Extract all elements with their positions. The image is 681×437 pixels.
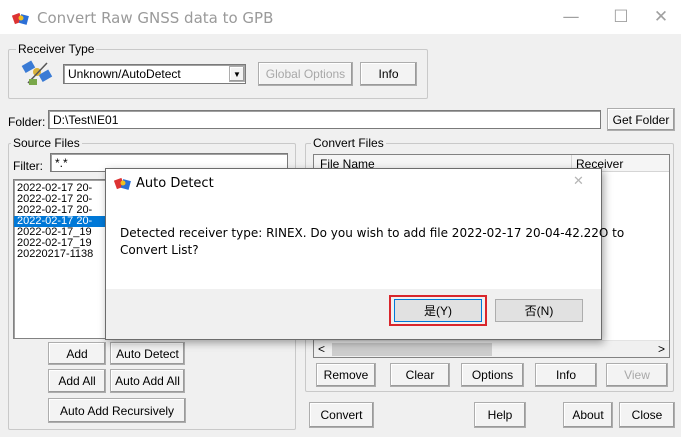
dropdown-arrow-icon[interactable]: ▼ bbox=[229, 66, 245, 82]
receiver-type-select[interactable]: Unknown/AutoDetect bbox=[63, 64, 246, 84]
dialog-title-bar: Auto Detect ✕ bbox=[106, 169, 601, 197]
auto-add-recursively-button[interactable]: Auto Add Recursively bbox=[48, 398, 186, 423]
receiver-info-button[interactable]: Info bbox=[360, 62, 417, 86]
receiver-type-label: Receiver Type bbox=[16, 42, 97, 56]
window-title: Convert Raw GNSS data to GPB bbox=[37, 9, 274, 27]
auto-detect-button[interactable]: Auto Detect bbox=[110, 342, 185, 365]
about-button[interactable]: About bbox=[563, 402, 613, 428]
options-button[interactable]: Options bbox=[461, 363, 524, 387]
title-bar: Convert Raw GNSS data to GPB — ☐ ✕ bbox=[0, 0, 681, 34]
add-button[interactable]: Add bbox=[48, 342, 106, 365]
folder-input[interactable]: D:\Test\IE01 bbox=[48, 110, 601, 129]
global-options-button[interactable]: Global Options bbox=[258, 62, 353, 86]
add-all-button[interactable]: Add All bbox=[48, 369, 106, 393]
folder-label: Folder: bbox=[8, 115, 46, 129]
satellite-icon bbox=[21, 60, 53, 85]
get-folder-button[interactable]: Get Folder bbox=[607, 108, 675, 131]
convert-files-label: Convert Files bbox=[311, 136, 386, 150]
minimize-button[interactable]: — bbox=[548, 4, 594, 30]
dialog-app-icon bbox=[114, 177, 131, 190]
close-app-button[interactable]: Close bbox=[619, 402, 675, 428]
view-button[interactable]: View bbox=[606, 363, 668, 387]
convert-button[interactable]: Convert bbox=[309, 402, 374, 428]
scroll-left-icon[interactable]: < bbox=[318, 342, 325, 356]
horizontal-scrollbar[interactable]: < > bbox=[314, 340, 669, 357]
main-window: Convert Raw GNSS data to GPB — ☐ ✕ Recei… bbox=[0, 0, 681, 437]
dialog-body: Detected receiver type: RINEX. Do you wi… bbox=[106, 197, 624, 289]
source-files-label: Source Files bbox=[11, 136, 82, 150]
remove-button[interactable]: Remove bbox=[316, 363, 376, 387]
no-button[interactable]: 否(N) bbox=[495, 299, 583, 322]
scroll-right-icon[interactable]: > bbox=[658, 342, 665, 356]
help-button[interactable]: Help bbox=[474, 402, 526, 428]
auto-detect-dialog: Auto Detect ✕ Detected receiver type: RI… bbox=[105, 168, 624, 340]
clear-button[interactable]: Clear bbox=[390, 363, 450, 387]
auto-add-all-button[interactable]: Auto Add All bbox=[110, 369, 185, 393]
dialog-message-line1: Detected receiver type: RINEX. Do you wi… bbox=[120, 226, 625, 240]
close-button[interactable]: ✕ bbox=[638, 4, 681, 30]
receiver-type-value: Unknown/AutoDetect bbox=[68, 67, 181, 81]
dialog-title: Auto Detect bbox=[136, 176, 214, 191]
scroll-thumb[interactable] bbox=[332, 343, 492, 356]
dialog-message-line2: Convert List? bbox=[120, 243, 199, 257]
app-icon bbox=[12, 12, 29, 25]
yes-button[interactable]: 是(Y) bbox=[394, 299, 482, 322]
filter-label: Filter: bbox=[13, 159, 43, 173]
convert-info-button[interactable]: Info bbox=[535, 363, 597, 387]
dialog-close-icon[interactable]: ✕ bbox=[573, 174, 584, 189]
